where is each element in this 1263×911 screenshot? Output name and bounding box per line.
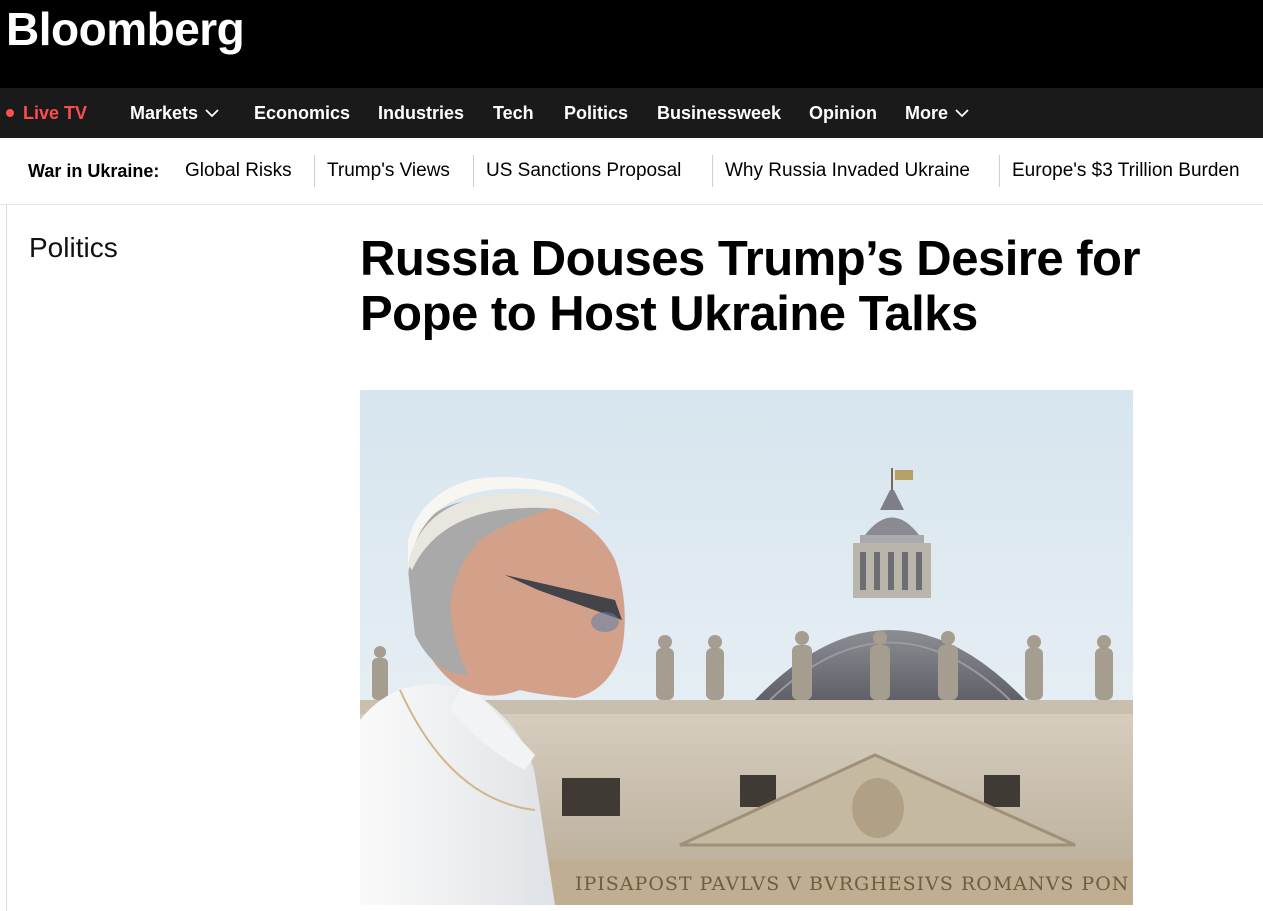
nav-economics[interactable]: Economics xyxy=(254,88,350,138)
live-dot-icon xyxy=(6,109,14,117)
hero-image: IPISAPOST PAVLVS V BVRGHESIVS ROMANVS PO… xyxy=(360,390,1133,905)
divider xyxy=(314,155,315,187)
nav-businessweek[interactable]: Businessweek xyxy=(657,88,781,138)
nav-opinion[interactable]: Opinion xyxy=(809,88,877,138)
nav-more[interactable]: More xyxy=(905,88,969,138)
nav-politics[interactable]: Politics xyxy=(564,88,628,138)
topic-link-europe-burden[interactable]: Europe's $3 Trillion Burden xyxy=(1012,138,1240,204)
bloomberg-logo[interactable]: Bloomberg xyxy=(6,6,245,52)
topic-link-why-russia-invaded[interactable]: Why Russia Invaded Ukraine xyxy=(725,138,970,204)
hero-image-illustration: IPISAPOST PAVLVS V BVRGHESIVS ROMANVS PO… xyxy=(360,390,1133,905)
article-headline: Russia Douses Trump’s Desire for Pope to… xyxy=(360,232,1141,341)
topic-link-global-risks[interactable]: Global Risks xyxy=(185,138,292,204)
topic-link-trumps-views[interactable]: Trump's Views xyxy=(327,138,450,204)
nav-more-label: More xyxy=(905,102,949,123)
divider xyxy=(473,155,474,187)
nav-industries[interactable]: Industries xyxy=(378,88,464,138)
inscription-text: IPISAPOST PAVLVS V BVRGHESIVS ROMANVS PO… xyxy=(575,873,1129,895)
topic-strip-label: War in Ukraine: xyxy=(28,160,160,181)
left-rule xyxy=(6,205,7,911)
nav-markets[interactable]: Markets xyxy=(130,88,219,138)
main-nav: Live TV Markets Economics Industries Tec… xyxy=(0,88,1263,138)
section-label[interactable]: Politics xyxy=(29,232,118,264)
nav-live-tv-label: Live TV xyxy=(23,102,88,123)
nav-tech[interactable]: Tech xyxy=(493,88,534,138)
chevron-down-icon xyxy=(205,109,219,118)
nav-markets-label: Markets xyxy=(130,102,199,123)
topic-link-us-sanctions[interactable]: US Sanctions Proposal xyxy=(486,138,681,204)
divider xyxy=(999,155,1000,187)
brand-header: Bloomberg xyxy=(0,0,1263,88)
divider xyxy=(712,155,713,187)
chevron-down-icon xyxy=(955,109,969,118)
nav-live-tv[interactable]: Live TV xyxy=(6,88,87,138)
topic-strip: War in Ukraine: Global Risks Trump's Vie… xyxy=(0,138,1263,205)
